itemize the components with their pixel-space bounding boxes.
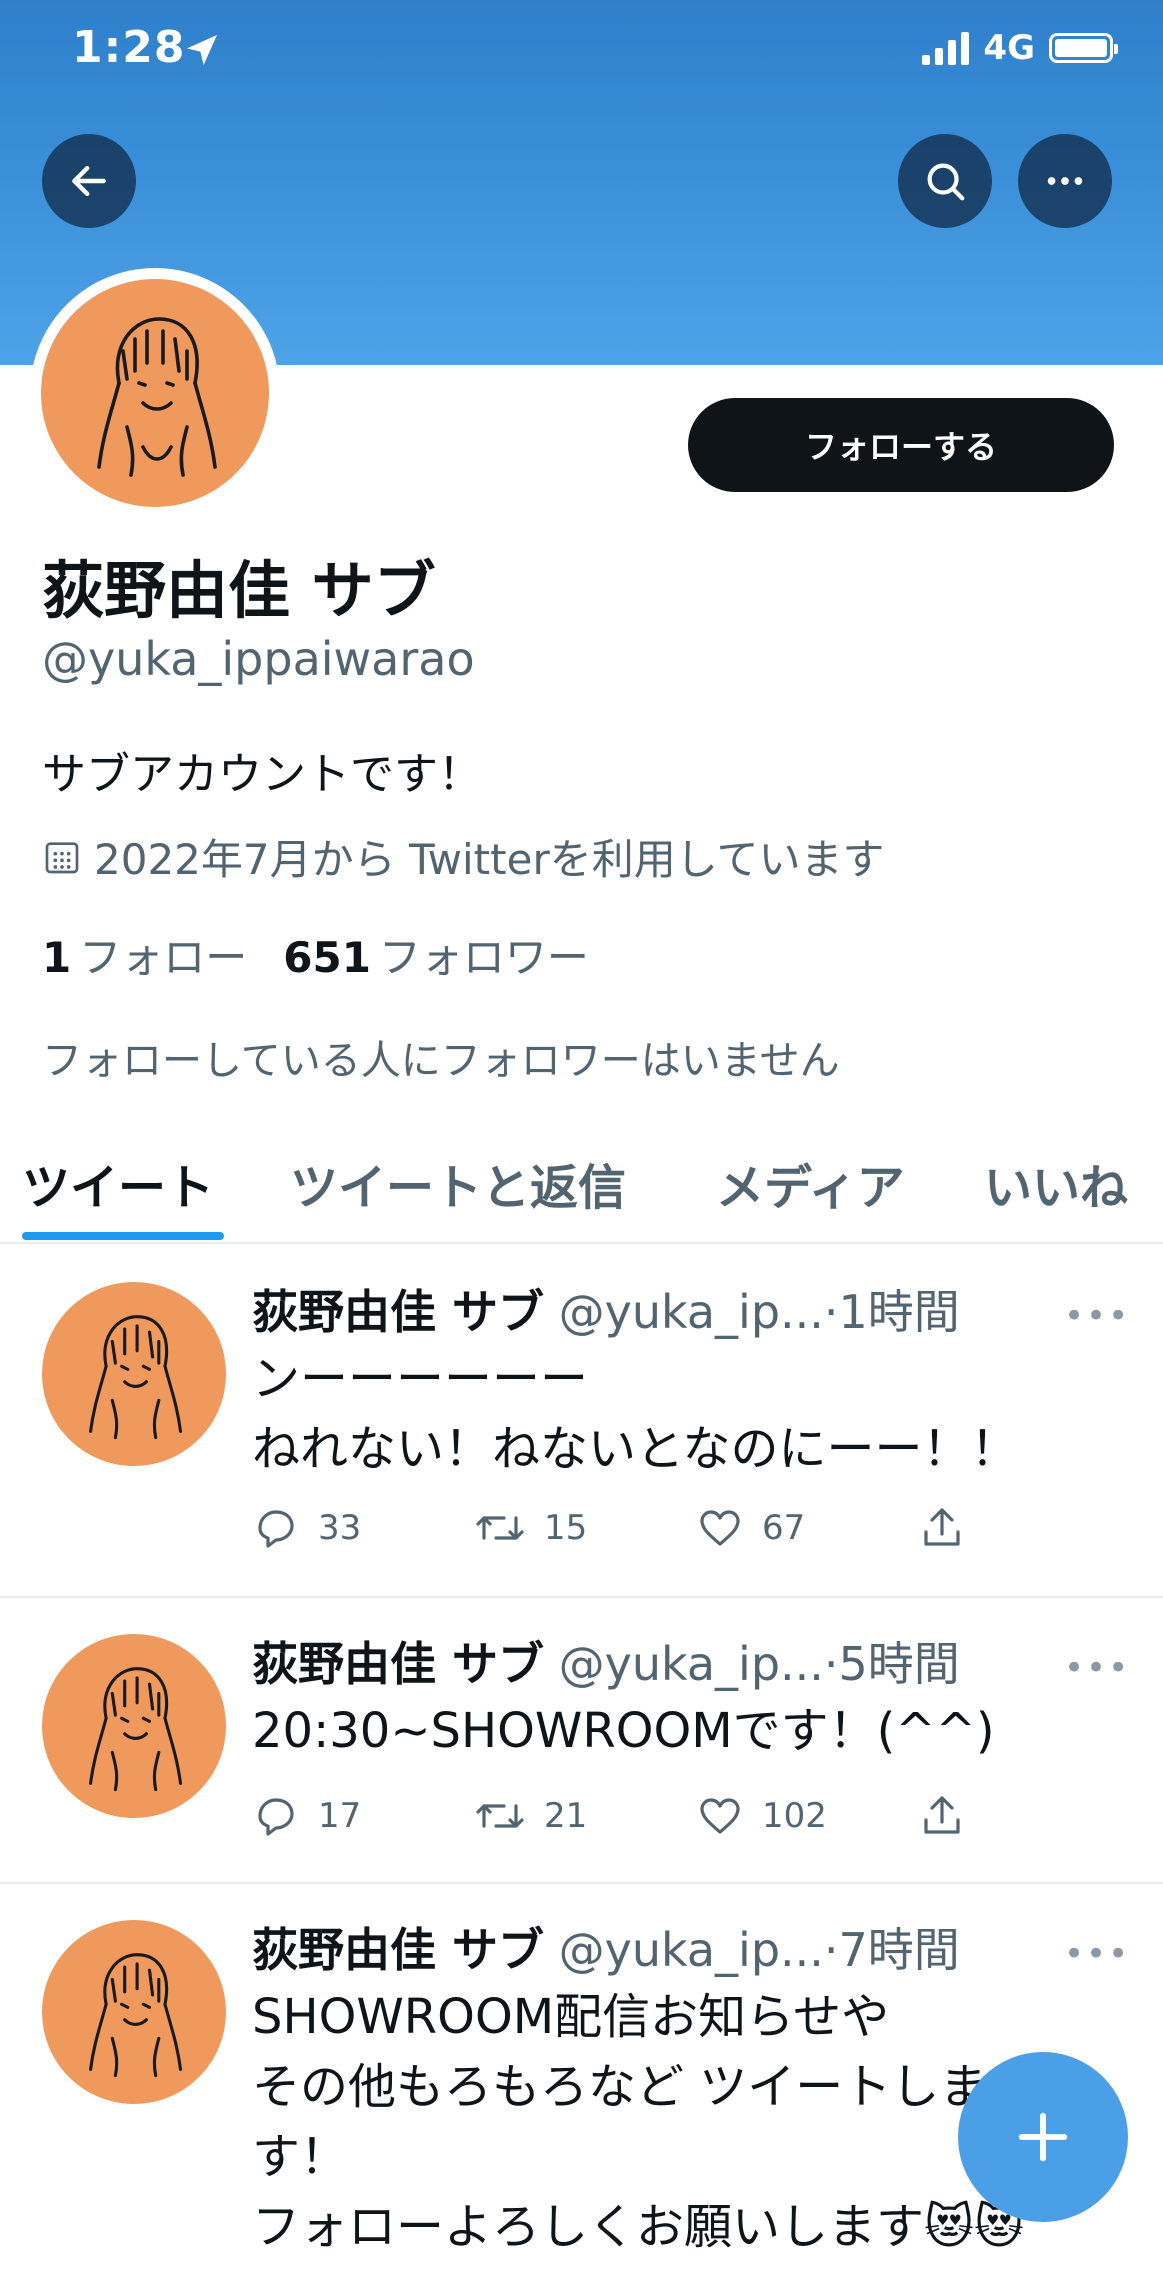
reply-button[interactable]: 17 <box>252 1792 474 1840</box>
share-icon <box>924 1508 960 1546</box>
share-button[interactable] <box>918 1504 1140 1552</box>
status-indicators: 4G <box>922 28 1118 68</box>
joined-date: 2022年7月から Twitterを利用しています <box>42 826 884 887</box>
tweet-avatar[interactable] <box>42 1634 226 1818</box>
like-button[interactable]: 102 <box>696 1792 918 1840</box>
tweet-more-button[interactable]: ••• <box>1064 1296 1130 1336</box>
avatar-drawing-icon <box>89 1667 183 1792</box>
tweet-author-handle: @yuka_ip... <box>558 1285 824 1339</box>
more-options-button[interactable] <box>1018 134 1112 228</box>
calendar-icon <box>45 841 79 873</box>
avatar-drawing-icon <box>89 1315 183 1440</box>
signal-icon <box>922 31 970 65</box>
tweet-author-handle: @yuka_ip... <box>558 1637 824 1691</box>
like-count: 67 <box>762 1508 806 1548</box>
mutual-followers-note: フォローしている人にフォロワーはいません <box>42 1038 840 1084</box>
follow-button[interactable]: フォローする <box>688 398 1114 492</box>
tweet-header: 荻野由佳 サブ @yuka_ip...·5時間 <box>252 1628 960 1694</box>
search-button[interactable] <box>898 134 992 228</box>
tweet-item[interactable]: 荻野由佳 サブ @yuka_ip...·5時間 ••• 20:30~SHOWRO… <box>0 1596 1163 1884</box>
reply-count: 17 <box>318 1796 362 1836</box>
followers-count: 651 <box>283 933 371 982</box>
retweet-icon <box>476 1804 524 1828</box>
profile-handle: @yuka_ippaiwarao <box>42 632 475 686</box>
tweet-actions: 33 15 67 <box>252 1504 1140 1552</box>
compose-tweet-button[interactable] <box>958 2052 1128 2222</box>
tab-likes[interactable]: いいね <box>984 1148 1128 1218</box>
tab-tweets-replies[interactable]: ツイートと返信 <box>290 1148 626 1218</box>
following-link[interactable]: 1 フォロー <box>42 924 247 985</box>
reply-icon <box>258 1510 294 1548</box>
reply-button[interactable]: 33 <box>252 1504 474 1552</box>
avatar-drawing-icon <box>89 1953 183 2078</box>
reply-count: 33 <box>318 1508 362 1548</box>
tweet-more-button[interactable]: ••• <box>1064 1934 1130 1974</box>
like-count: 102 <box>762 1796 827 1836</box>
tweet-author-name: 荻野由佳 サブ <box>252 1923 545 1977</box>
active-tab-indicator <box>22 1232 224 1240</box>
tweet-time: ·1時間 <box>823 1285 960 1339</box>
tweet-time: ·5時間 <box>823 1637 960 1691</box>
tweet-author-handle: @yuka_ip... <box>558 1923 824 1977</box>
back-arrow-icon <box>72 165 106 197</box>
tweet-item[interactable]: 荻野由佳 サブ @yuka_ip...·1時間 ••• ンーーーーーー ねれない… <box>0 1244 1163 1598</box>
tweet-header: 荻野由佳 サブ @yuka_ip...·7時間 <box>252 1914 960 1980</box>
battery-icon <box>1049 33 1118 63</box>
retweet-count: 15 <box>544 1508 588 1548</box>
location-arrow-icon <box>187 35 217 65</box>
tweet-text: 20:30~SHOWROOMです！(^^) <box>252 1703 995 1759</box>
followers-label: フォロワー <box>378 933 589 982</box>
retweet-button[interactable]: 15 <box>474 1504 696 1552</box>
tab-tweets[interactable]: ツイート <box>22 1148 214 1218</box>
tweet-avatar[interactable] <box>42 1920 226 2104</box>
reply-icon <box>258 1798 294 1836</box>
retweet-icon <box>476 1516 524 1540</box>
followers-link[interactable]: 651 フォロワー <box>283 924 589 985</box>
like-button[interactable]: 67 <box>696 1504 918 1552</box>
search-icon <box>927 163 965 201</box>
tweet-text: ンーーーーーー ねれない！ねないとなのにーー！！ <box>252 1351 1019 1477</box>
tweet-time: ·7時間 <box>823 1923 960 1977</box>
network-type: 4G <box>983 28 1035 68</box>
status-time: 1:28 <box>72 22 186 73</box>
tweet-more-button[interactable]: ••• <box>1064 1648 1130 1688</box>
tweet-actions: 17 21 102 <box>252 1792 1140 1840</box>
back-button[interactable] <box>42 134 136 228</box>
plus-icon <box>1018 2112 1068 2162</box>
heart-icon <box>700 1510 740 1546</box>
share-button[interactable] <box>918 1792 1140 1840</box>
ellipsis-icon <box>1047 177 1083 185</box>
share-icon <box>924 1796 960 1834</box>
retweet-button[interactable]: 21 <box>474 1792 696 1840</box>
avatar-drawing-icon <box>97 317 217 477</box>
following-label: フォロー <box>79 933 248 982</box>
display-name: 荻野由佳 サブ <box>42 554 436 627</box>
tab-media[interactable]: メディア <box>716 1148 905 1218</box>
tweet-author-name: 荻野由佳 サブ <box>252 1637 545 1691</box>
profile-tabs: ツイート ツイートと返信 メディア いいね <box>0 1130 1163 1244</box>
follow-counts: 1 フォロー 651 フォロワー <box>42 924 589 985</box>
following-count: 1 <box>42 933 72 982</box>
retweet-count: 21 <box>544 1796 588 1836</box>
tweet-author-name: 荻野由佳 サブ <box>252 1285 545 1339</box>
joined-text: 2022年7月から Twitterを利用しています <box>94 835 885 884</box>
heart-icon <box>700 1798 740 1834</box>
tweet-header: 荻野由佳 サブ @yuka_ip...·1時間 <box>252 1276 960 1342</box>
profile-avatar[interactable] <box>30 268 280 518</box>
tweet-avatar[interactable] <box>42 1282 226 1466</box>
profile-bio: サブアカウントです！ <box>42 749 482 800</box>
